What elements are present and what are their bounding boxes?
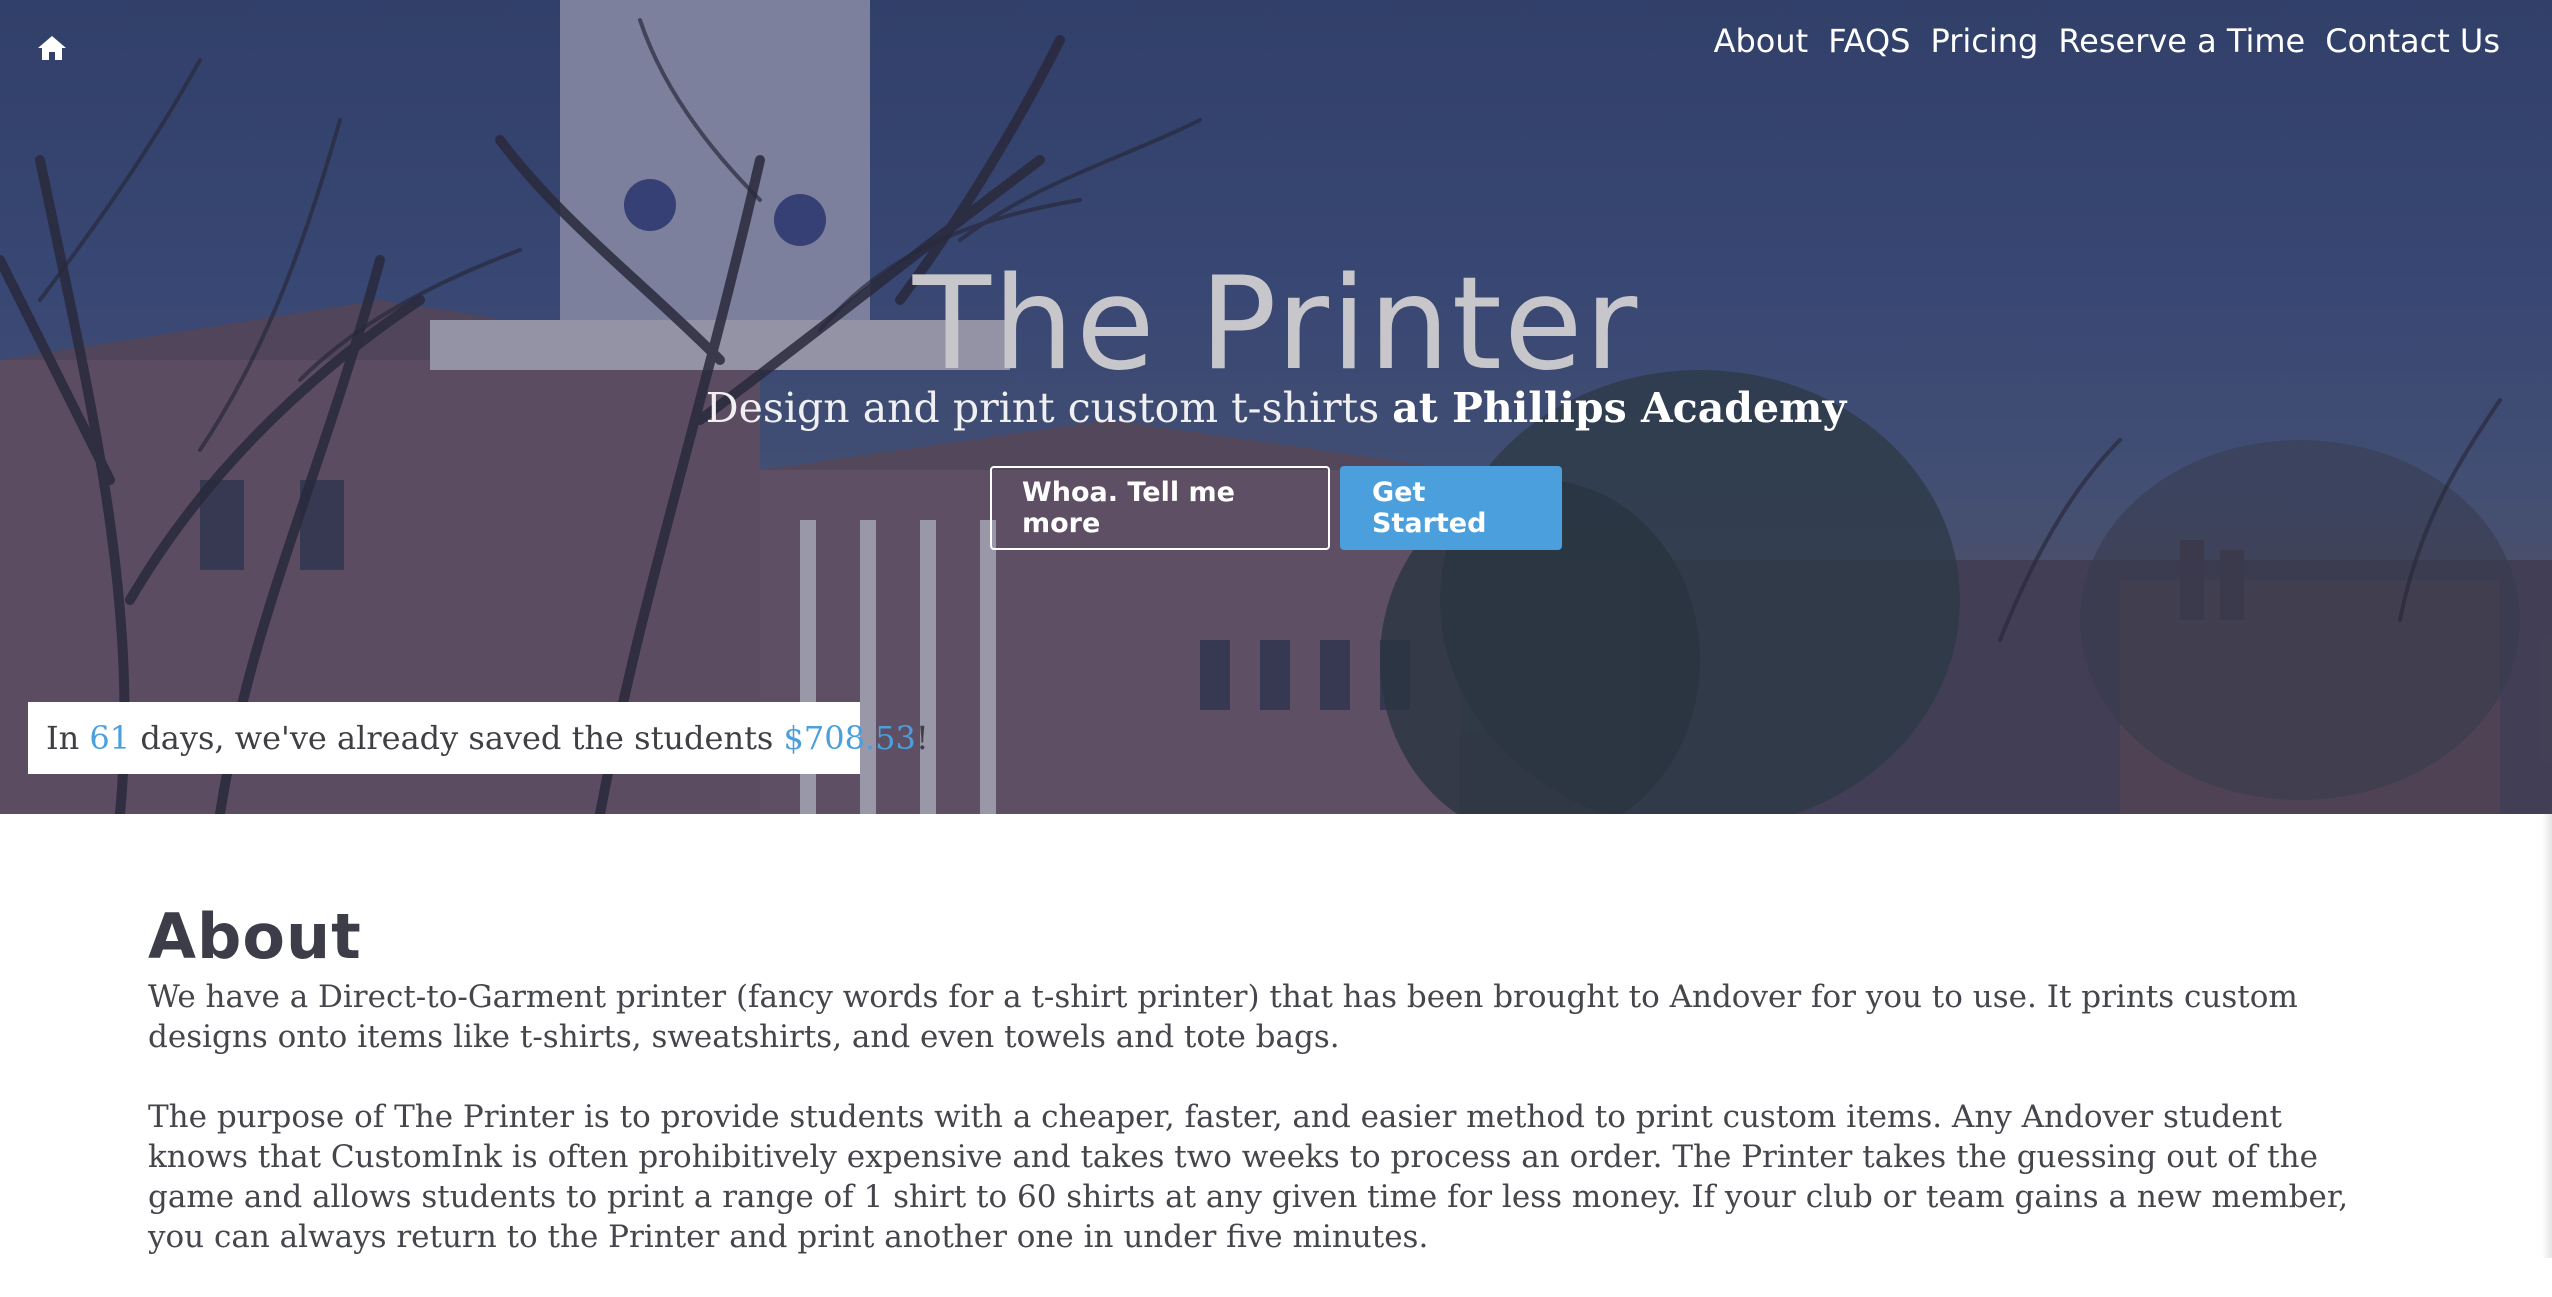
savings-amount: $708.53 xyxy=(783,719,916,757)
about-paragraph-1: We have a Direct-to-Garment printer (fan… xyxy=(148,979,2298,1055)
savings-days: 61 xyxy=(89,719,131,757)
get-started-button[interactable]: Get Started xyxy=(1340,466,1562,550)
hero-subtitle-text: Design and print custom t-shirts xyxy=(705,384,1393,432)
hero-subtitle-school: at Phillips Academy xyxy=(1392,384,1847,432)
top-navigation: About FAQS Pricing Reserve a Time Contac… xyxy=(1714,22,2500,60)
nav-link-reserve-a-time[interactable]: Reserve a Time xyxy=(2058,22,2305,60)
savings-middle: days, we've already saved the students xyxy=(130,719,784,757)
tell-me-more-button[interactable]: Whoa. Tell me more xyxy=(990,466,1330,550)
home-icon[interactable] xyxy=(36,32,68,64)
nav-link-about[interactable]: About xyxy=(1714,22,1809,60)
savings-suffix: ! xyxy=(915,719,929,757)
about-paragraph-2: The purpose of The Printer is to provide… xyxy=(148,1099,2349,1255)
about-heading: About xyxy=(148,900,362,973)
hero-subtitle: Design and print custom t-shirts at Phil… xyxy=(0,384,2552,432)
hero-banner: About FAQS Pricing Reserve a Time Contac… xyxy=(0,0,2552,814)
hero-button-row: Whoa. Tell me more Get Started xyxy=(0,466,2552,550)
savings-counter: In 61 days, we've already saved the stud… xyxy=(28,702,929,774)
nav-link-faqs[interactable]: FAQS xyxy=(1828,22,1910,60)
nav-link-pricing[interactable]: Pricing xyxy=(1930,22,2038,60)
savings-prefix: In xyxy=(46,719,80,757)
nav-link-contact-us[interactable]: Contact Us xyxy=(2325,22,2500,60)
page-scroll-edge xyxy=(2542,814,2552,1258)
hero-title: The Printer xyxy=(912,250,1640,399)
about-section: About We have a Direct-to-Garment printe… xyxy=(148,900,2388,1297)
